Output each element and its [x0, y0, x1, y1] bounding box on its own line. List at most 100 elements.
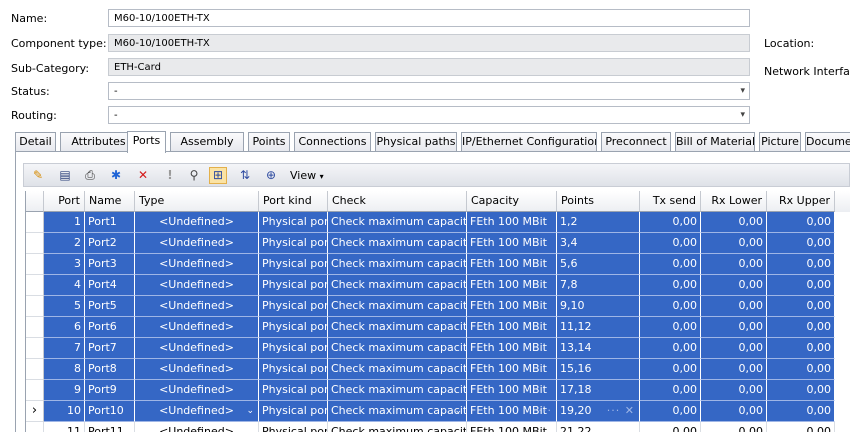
rx-upper-cell[interactable]: 0,00: [767, 422, 835, 432]
rx-upper-column-header[interactable]: Rx Upper: [767, 191, 835, 212]
type-column-header[interactable]: Type: [135, 191, 259, 212]
port-cell[interactable]: 10: [44, 401, 85, 422]
check-cell[interactable]: Check maximum capacity: [328, 422, 467, 432]
tab-documents[interactable]: Documents: [805, 132, 850, 151]
tx-send-cell[interactable]: 0,00: [640, 422, 701, 432]
port-cell[interactable]: 8: [44, 359, 85, 380]
capacity-column-header[interactable]: Capacity: [467, 191, 557, 212]
capacity-cell[interactable]: FEth 100 MBit: [467, 359, 557, 380]
name-cell[interactable]: Port9: [85, 380, 135, 401]
port-column-header[interactable]: Port: [44, 191, 85, 212]
port-cell[interactable]: 4: [44, 275, 85, 296]
port-kind-column-header[interactable]: Port kind: [259, 191, 328, 212]
name-cell[interactable]: Port2: [85, 233, 135, 254]
points-column-header[interactable]: Points: [557, 191, 640, 212]
chevron-down-icon[interactable]: ▾: [740, 83, 745, 99]
chevron-down-icon[interactable]: ⌄: [246, 401, 254, 421]
new-item-icon[interactable]: ✎: [29, 167, 47, 184]
tx-send-cell[interactable]: 0,00: [640, 296, 701, 317]
tx-send-cell[interactable]: 0,00: [640, 401, 701, 422]
rx-lower-cell[interactable]: 0,00: [701, 380, 767, 401]
tab-connections[interactable]: Connections: [294, 132, 371, 151]
capacity-cell[interactable]: FEth 100 MBit: [467, 296, 557, 317]
name-cell[interactable]: Port8: [85, 359, 135, 380]
rx-lower-cell[interactable]: 0,00: [701, 212, 767, 233]
type-cell[interactable]: <Undefined>: [135, 296, 259, 317]
name-cell[interactable]: Port6: [85, 317, 135, 338]
type-cell[interactable]: <Undefined>: [135, 254, 259, 275]
name-cell[interactable]: Port5: [85, 296, 135, 317]
port-cell[interactable]: 3: [44, 254, 85, 275]
row-indicator-header[interactable]: [26, 191, 44, 212]
rx-lower-cell[interactable]: 0,00: [701, 254, 767, 275]
tx-send-cell[interactable]: 0,00: [640, 359, 701, 380]
routing-select[interactable]: - ▾: [108, 106, 750, 124]
name-field[interactable]: M60-10/100ETH-TX: [108, 9, 750, 27]
capacity-cell[interactable]: FEth 100 MBit: [467, 422, 557, 432]
points-cell[interactable]: 1,2: [557, 212, 640, 233]
check-cell[interactable]: Check maximum capacity ⌄: [328, 401, 467, 422]
table-row[interactable]: 5 Port5 <Undefined> Physical port Check maxi…: [26, 296, 850, 317]
rx-lower-cell[interactable]: 0,00: [701, 233, 767, 254]
type-cell[interactable]: <Undefined> ⌄: [135, 401, 259, 422]
status-select[interactable]: - ▾: [108, 82, 750, 100]
table-row[interactable]: 3 Port3 <Undefined> Physical port Check maxi…: [26, 254, 850, 275]
table-row[interactable]: › 10 Port10 <Undefined> ⌄ Physical port Check …: [26, 401, 850, 422]
tab-assembly[interactable]: Assembly: [170, 132, 244, 151]
rx-lower-cell[interactable]: 0,00: [701, 317, 767, 338]
rx-lower-cell[interactable]: 0,00: [701, 401, 767, 422]
capacity-cell[interactable]: FEth 100 MBit: [467, 254, 557, 275]
table-row[interactable]: 2 Port2 <Undefined> Physical port Check maxi…: [26, 233, 850, 254]
table-row[interactable]: 1 Port1 <Undefined> Physical port Check maxi…: [26, 212, 850, 233]
tab-points[interactable]: Points: [248, 132, 290, 151]
points-cell[interactable]: 17,18: [557, 380, 640, 401]
type-cell[interactable]: <Undefined>: [135, 422, 259, 432]
type-cell[interactable]: <Undefined>: [135, 317, 259, 338]
table-row[interactable]: 9 Port9 <Undefined> Physical port Check maxi…: [26, 380, 850, 401]
check-cell[interactable]: Check maximum capacity: [328, 359, 467, 380]
check-cell[interactable]: Check maximum capacity: [328, 317, 467, 338]
check-cell[interactable]: Check maximum capacity: [328, 380, 467, 401]
tx-send-cell[interactable]: 0,00: [640, 254, 701, 275]
check-cell[interactable]: Check maximum capacity: [328, 296, 467, 317]
tool-icon[interactable]: ⚲: [185, 167, 203, 184]
tx-send-cell[interactable]: 0,00: [640, 275, 701, 296]
port-kind-cell[interactable]: Physical port: [259, 338, 328, 359]
rx-upper-cell[interactable]: 0,00: [767, 296, 835, 317]
rx-lower-cell[interactable]: 0,00: [701, 275, 767, 296]
port-cell[interactable]: 2: [44, 233, 85, 254]
port-add-icon[interactable]: ⊕: [262, 167, 280, 184]
tx-send-cell[interactable]: 0,00: [640, 212, 701, 233]
type-cell[interactable]: <Undefined>: [135, 212, 259, 233]
tab-ports[interactable]: Ports: [127, 131, 166, 153]
port-kind-cell[interactable]: Physical port: [259, 422, 328, 432]
port-kind-cell[interactable]: Physical port: [259, 233, 328, 254]
type-cell[interactable]: <Undefined>: [135, 233, 259, 254]
table-row[interactable]: 7 Port7 <Undefined> Physical port Check maxi…: [26, 338, 850, 359]
tab-detail[interactable]: Detail: [15, 132, 56, 151]
chevron-down-icon[interactable]: ▾: [740, 107, 745, 123]
points-cell[interactable]: 3,4: [557, 233, 640, 254]
check-cell[interactable]: Check maximum capacity: [328, 254, 467, 275]
rx-upper-cell[interactable]: 0,00: [767, 380, 835, 401]
port-kind-cell[interactable]: Physical port: [259, 401, 328, 422]
capacity-cell[interactable]: FEth 100 MBit: [467, 338, 557, 359]
port-kind-cell[interactable]: Physical port: [259, 254, 328, 275]
tx-send-cell[interactable]: 0,00: [640, 380, 701, 401]
capacity-cell[interactable]: FEth 100 MBit: [467, 212, 557, 233]
tx-send-cell[interactable]: 0,00: [640, 233, 701, 254]
tab-attributes[interactable]: Attributes: [60, 132, 137, 151]
points-cell[interactable]: 21,22: [557, 422, 640, 432]
rx-upper-cell[interactable]: 0,00: [767, 338, 835, 359]
port-cell[interactable]: 7: [44, 338, 85, 359]
port-kind-cell[interactable]: Physical port: [259, 380, 328, 401]
port-cell[interactable]: 5: [44, 296, 85, 317]
table-row[interactable]: 11 Port11 <Undefined> Physical port Check ma…: [26, 422, 850, 432]
capacity-cell[interactable]: FEth 100 MBit: [467, 380, 557, 401]
save-icon[interactable]: ▤: [56, 167, 74, 184]
name-column-header[interactable]: Name: [85, 191, 135, 212]
tab-physical-paths[interactable]: Physical paths: [375, 132, 457, 151]
tx-send-column-header[interactable]: Tx send: [640, 191, 701, 212]
rx-lower-cell[interactable]: 0,00: [701, 296, 767, 317]
type-cell[interactable]: <Undefined>: [135, 338, 259, 359]
